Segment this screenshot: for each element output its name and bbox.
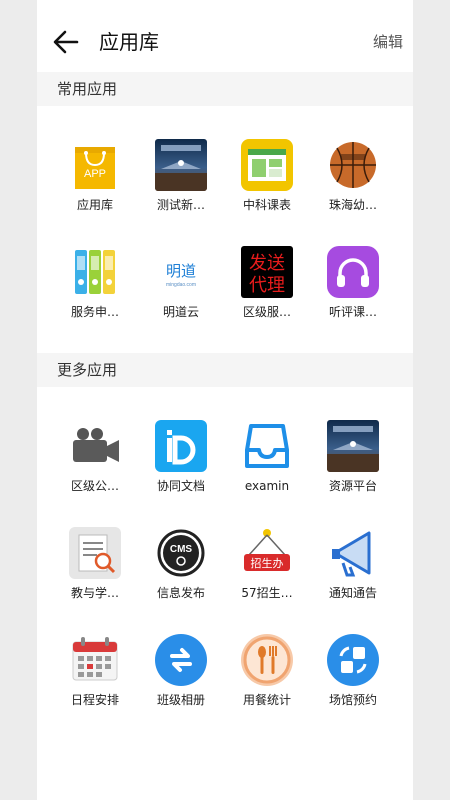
- app-tile[interactable]: 资源平台: [310, 420, 396, 494]
- app-tile[interactable]: 日程安排: [52, 634, 138, 708]
- app-tile[interactable]: 服务申…: [52, 246, 138, 320]
- app-tile[interactable]: 听评课…: [310, 246, 396, 320]
- app-tile[interactable]: 班级相册: [138, 634, 224, 708]
- app-label: 中科课表: [242, 198, 291, 212]
- app-label: 测试新…: [156, 198, 205, 212]
- app-label: 服务申…: [70, 305, 119, 319]
- cms-icon: CMS: [155, 527, 207, 579]
- headphones-icon: [327, 246, 379, 298]
- app-tile[interactable]: 珠海幼…: [310, 139, 396, 213]
- app-label: 珠海幼…: [328, 198, 377, 212]
- app-tile[interactable]: 用餐统计: [224, 634, 310, 708]
- app-label: 信息发布: [156, 586, 205, 600]
- app-tile[interactable]: 招生办 57招生…: [224, 527, 310, 601]
- app-tile[interactable]: 通知通告: [310, 527, 396, 601]
- collab-doc-icon: [155, 420, 207, 472]
- section-header-more: 更多应用: [37, 353, 413, 387]
- exchange-icon: [155, 634, 207, 686]
- concert-photo-icon: [155, 139, 207, 191]
- app-label: 明道云: [162, 305, 199, 319]
- top-bar: 应用库 编辑: [37, 0, 413, 72]
- logo-text: CMS: [170, 544, 193, 555]
- app-tile[interactable]: APP 应用库: [52, 139, 138, 213]
- app-label: 用餐统计: [242, 693, 291, 707]
- app-label: 场馆预约: [328, 693, 377, 707]
- page-title: 应用库: [99, 30, 159, 54]
- app-tile[interactable]: CMS 信息发布: [138, 527, 224, 601]
- camera-icon: [69, 420, 121, 472]
- sign-line-2: 代理: [249, 275, 285, 296]
- app-tile[interactable]: 教与学…: [52, 527, 138, 601]
- concert-photo-icon: [327, 420, 379, 472]
- app-tile[interactable]: 协同文档: [138, 420, 224, 494]
- section-title: 常用应用: [57, 80, 118, 98]
- logo-subtext: mingdao.com: [166, 282, 196, 288]
- sign-line-1: 发送: [249, 253, 285, 274]
- app-tile[interactable]: 区级公…: [52, 420, 138, 494]
- app-label: 应用库: [76, 198, 113, 212]
- inbox-tray-icon: [241, 420, 293, 472]
- mingdao-logo-icon: 明道 mingdao.com: [155, 246, 207, 298]
- app-badge-text: APP: [84, 168, 106, 180]
- megaphone-icon: [327, 527, 379, 579]
- app-tile[interactable]: 中科课表: [224, 139, 310, 213]
- calendar-icon: [69, 634, 121, 686]
- sign-text: 招生办: [251, 556, 284, 570]
- app-tile[interactable]: 发送 代理 区级服…: [224, 246, 310, 320]
- send-agent-icon: 发送 代理: [241, 246, 293, 298]
- document-search-icon: [69, 527, 121, 579]
- app-label: 57招生…: [241, 586, 293, 600]
- app-label: 通知通告: [328, 586, 377, 600]
- logo-text: 明道: [166, 262, 196, 280]
- app-label: 资源平台: [328, 479, 377, 493]
- timetable-icon: [241, 139, 293, 191]
- app-label: 协同文档: [156, 479, 205, 493]
- basketball-icon: [327, 139, 379, 191]
- app-label: 教与学…: [70, 586, 119, 600]
- venue-booking-icon: [327, 634, 379, 686]
- app-label: 区级公…: [70, 479, 119, 493]
- app-tile[interactable]: examin: [224, 420, 310, 494]
- app-tile[interactable]: 场馆预约: [310, 634, 396, 708]
- binders-icon: [69, 246, 121, 298]
- app-label: examin: [244, 479, 290, 493]
- app-tile[interactable]: 明道 mingdao.com 明道云: [138, 246, 224, 320]
- app-library-screen: 应用库 编辑 常用应用 APP 应用库 测试新… 中科课表 珠海幼… 服务申… …: [37, 0, 413, 800]
- app-label: 区级服…: [242, 305, 291, 319]
- app-tile[interactable]: 测试新…: [138, 139, 224, 213]
- back-arrow-icon[interactable]: [51, 28, 81, 56]
- enroll-sign-icon: 招生办: [241, 527, 293, 579]
- app-label: 日程安排: [70, 693, 119, 707]
- edit-button[interactable]: 编辑: [373, 31, 403, 53]
- app-label: 听评课…: [328, 305, 377, 319]
- section-header-common: 常用应用: [37, 72, 413, 106]
- section-title: 更多应用: [57, 361, 118, 379]
- utensils-icon: [241, 634, 293, 686]
- app-bag-icon: APP: [69, 139, 121, 191]
- app-label: 班级相册: [156, 693, 205, 707]
